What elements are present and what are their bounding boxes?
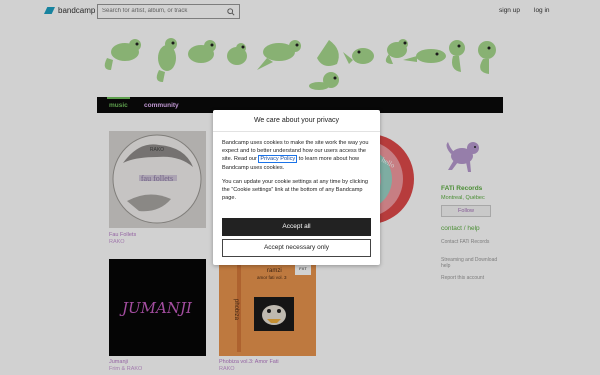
dialog-paragraph-1: Bandcamp uses cookies to make the site w… [222, 139, 371, 172]
dialog-title: We care about your privacy [213, 110, 380, 132]
privacy-policy-link[interactable]: Privacy Policy [258, 155, 298, 164]
accept-necessary-button[interactable]: Accept necessary only [222, 239, 371, 257]
cookie-consent-dialog: We care about your privacy Bandcamp uses… [213, 110, 380, 265]
dialog-body: Bandcamp uses cookies to make the site w… [213, 132, 380, 202]
accept-all-button[interactable]: Accept all [222, 218, 371, 236]
dialog-paragraph-2: You can update your cookie settings at a… [222, 178, 368, 202]
